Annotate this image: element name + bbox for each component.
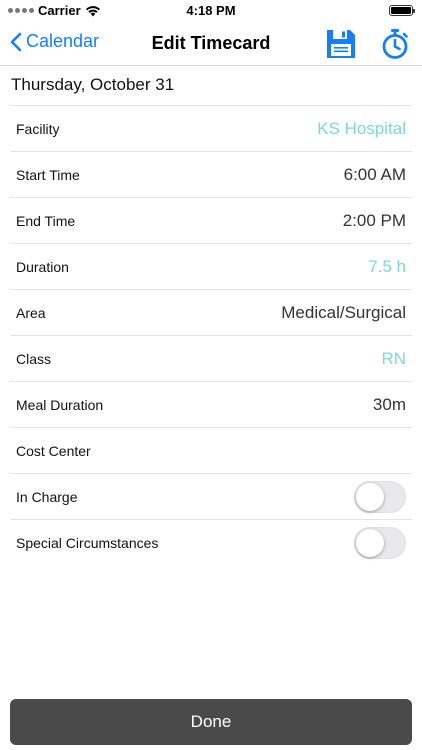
status-bar: Carrier 4:18 PM <box>0 0 422 22</box>
toggle-knob <box>356 528 384 557</box>
timer-button[interactable] <box>378 27 412 61</box>
start-time-label: Start Time <box>16 166 80 183</box>
row-start-time[interactable]: Start Time 6:00 AM <box>10 151 412 197</box>
end-time-label: End Time <box>16 212 76 229</box>
row-cost-center[interactable]: Cost Center <box>10 427 412 473</box>
duration-value: 7.5 h <box>368 256 406 276</box>
special-circumstances-label: Special Circumstances <box>16 534 159 551</box>
start-time-value: 6:00 AM <box>343 164 406 184</box>
in-charge-label: In Charge <box>16 488 78 505</box>
facility-label: Facility <box>16 120 60 137</box>
status-time: 4:18 PM <box>186 3 236 18</box>
battery-icon <box>389 5 415 16</box>
timecard-fields-list: Facility KS Hospital Start Time 6:00 AM … <box>0 105 422 565</box>
row-meal-duration[interactable]: Meal Duration 30m <box>10 381 412 427</box>
row-facility[interactable]: Facility KS Hospital <box>10 105 412 151</box>
save-button[interactable] <box>324 27 358 61</box>
row-end-time[interactable]: End Time 2:00 PM <box>10 197 412 243</box>
facility-value: KS Hospital <box>317 118 406 138</box>
chevron-left-icon <box>10 32 22 51</box>
row-area[interactable]: Area Medical/Surgical <box>10 289 412 335</box>
area-label: Area <box>16 304 46 321</box>
floppy-save-icon <box>327 30 355 58</box>
area-value: Medical/Surgical <box>281 302 406 322</box>
meal-duration-label: Meal Duration <box>16 396 104 413</box>
end-time-value: 2:00 PM <box>342 210 406 230</box>
duration-label: Duration <box>16 258 69 275</box>
row-duration[interactable]: Duration 7.5 h <box>10 243 412 289</box>
special-circumstances-toggle[interactable] <box>354 526 406 559</box>
in-charge-toggle[interactable] <box>354 480 406 513</box>
class-label: Class <box>16 350 52 367</box>
stopwatch-icon <box>382 29 408 59</box>
row-in-charge: In Charge <box>10 473 412 519</box>
class-value: RN <box>381 348 406 368</box>
toggle-knob <box>356 482 384 511</box>
back-button[interactable]: Calendar <box>10 31 99 52</box>
nav-actions <box>324 27 412 61</box>
back-button-label: Calendar <box>26 31 100 51</box>
row-class[interactable]: Class RN <box>10 335 412 381</box>
navigation-bar: Calendar Edit Timecard <box>0 22 422 66</box>
row-special-circumstances: Special Circumstances <box>10 519 412 565</box>
date-header: Thursday, October 31 <box>11 75 175 94</box>
edit-timecard-screen: Carrier 4:18 PM Calendar Edit Timecard T… <box>0 0 422 750</box>
cost-center-label: Cost Center <box>16 442 91 459</box>
done-button[interactable]: Done <box>10 699 412 745</box>
meal-duration-value: 30m <box>372 394 406 414</box>
